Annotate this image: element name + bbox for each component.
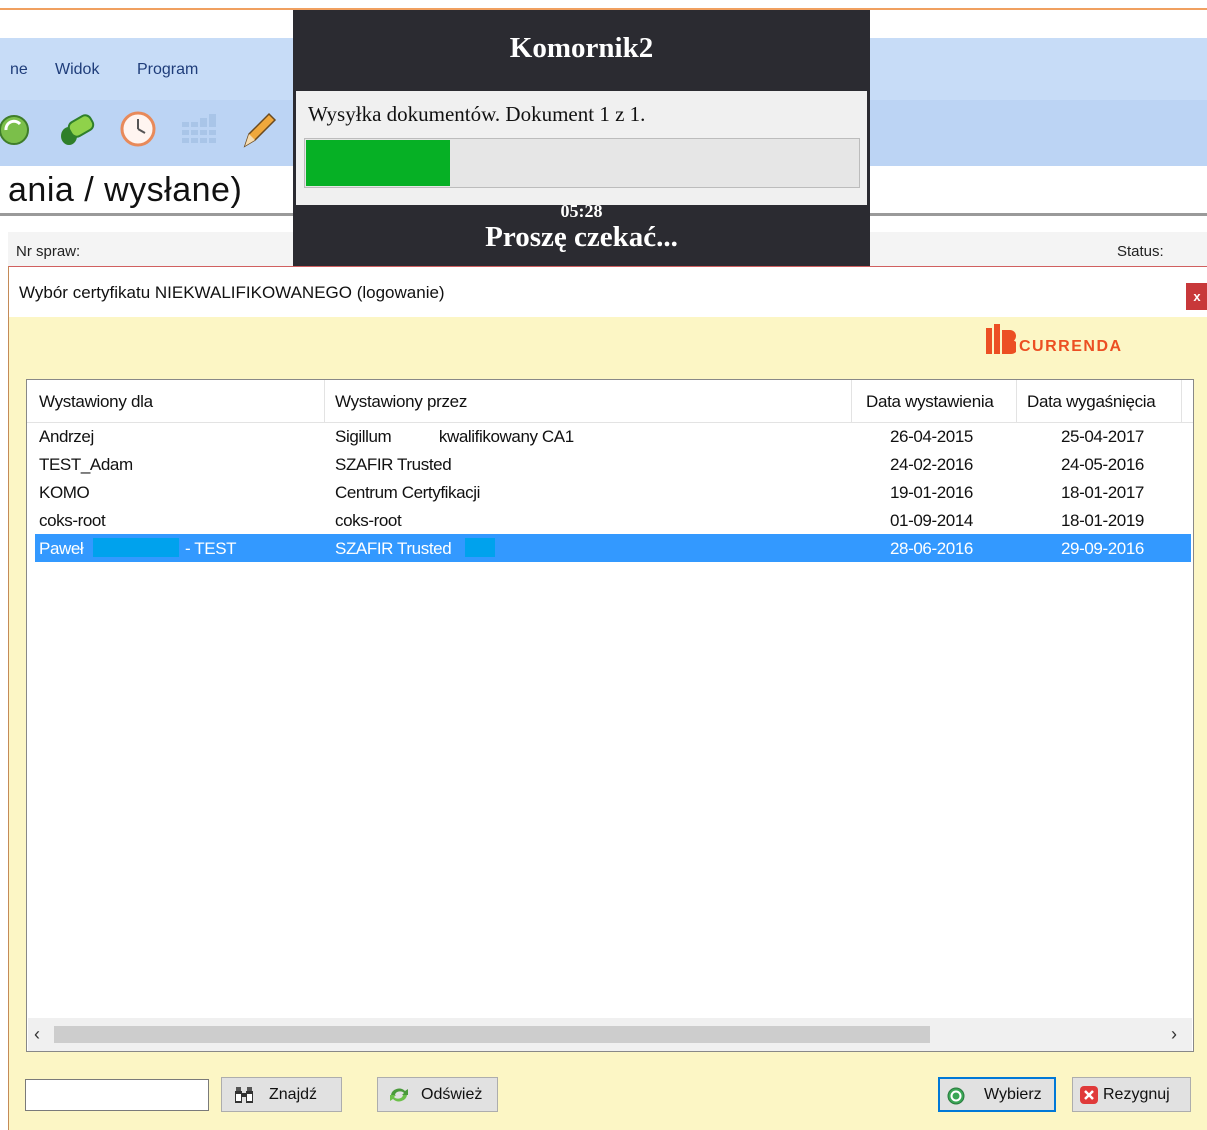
progress-popup: Komornik2 Wysyłka dokumentów. Dokument 1…	[293, 10, 870, 266]
close-icon: x	[1193, 289, 1201, 304]
find-button-label: Znajdź	[269, 1086, 318, 1103]
certificate-list[interactable]: Wystawiony dla Wystawiony przez Data wys…	[26, 379, 1194, 1052]
progress-fill	[306, 140, 450, 186]
cell-issued-to: Andrzej	[39, 427, 94, 446]
progress-message: Wysyłka dokumentów. Dokument 1 z 1.	[308, 102, 646, 126]
find-button[interactable]: Znajdź	[221, 1077, 342, 1112]
table-row[interactable]: coks-root coks-root 01-09-2014 18-01-201…	[35, 506, 1191, 534]
cell-issued-to: TEST_Adam	[39, 455, 133, 474]
check-icon	[947, 1087, 965, 1105]
scroll-left-arrow-icon[interactable]: ‹	[34, 1024, 40, 1045]
cell-issued-to-suffix: - TEST	[185, 539, 237, 558]
cell-expiry-date: 25-04-2017	[1061, 427, 1144, 446]
header-separator	[1016, 380, 1017, 422]
calculator-icon[interactable]	[178, 108, 220, 150]
column-status: Status:	[1117, 243, 1164, 260]
choose-button-label: Wybierz	[984, 1086, 1042, 1103]
header-issue-date[interactable]: Data wystawienia	[866, 392, 994, 412]
menu-item-program[interactable]: Program	[137, 61, 198, 79]
choose-button[interactable]: Wybierz	[938, 1077, 1056, 1112]
cell-issued-by: SZAFIR Trusted	[335, 539, 452, 558]
currenda-logo-text: CURRENDA	[1019, 338, 1123, 355]
popup-body: Wysyłka dokumentów. Dokument 1 z 1.	[296, 91, 867, 205]
pencil-icon[interactable]	[237, 108, 279, 150]
cell-issue-date: 26-04-2015	[890, 427, 973, 446]
binoculars-icon	[235, 1087, 253, 1103]
column-nr-spraw: Nr spraw:	[16, 243, 81, 260]
redacted-region	[93, 538, 179, 557]
wait-message: Proszę czekać...	[485, 221, 678, 253]
cancel-x-icon	[1080, 1086, 1098, 1104]
cell-issued-to: coks-root	[39, 511, 106, 530]
elapsed-time: 05:28	[560, 201, 603, 221]
popup-title: Komornik2	[509, 32, 654, 64]
progress-bar	[304, 138, 860, 188]
cell-expiry-date: 18-01-2019	[1061, 511, 1144, 530]
cell-expiry-date: 29-09-2016	[1061, 539, 1144, 558]
cell-expiry-date: 18-01-2017	[1061, 483, 1144, 502]
cell-issued-to: Paweł	[39, 539, 84, 558]
menu-item-widok[interactable]: Widok	[55, 61, 99, 79]
cell-issued-by: Sigillum kwalifikowany CA1	[335, 427, 574, 446]
cell-expiry-date: 24-05-2016	[1061, 455, 1144, 474]
clock-icon[interactable]	[117, 108, 159, 150]
header-expiry-date[interactable]: Data wygaśnięcia	[1027, 392, 1156, 412]
redacted-region	[465, 538, 495, 557]
search-input[interactable]	[25, 1079, 209, 1111]
refresh-button[interactable]: Odśwież	[377, 1077, 498, 1112]
cancel-button[interactable]: Rezygnuj	[1072, 1077, 1191, 1112]
certificate-dialog: Wybór certyfikatu NIEKWALIFIKOWANEGO (lo…	[8, 266, 1207, 1130]
cell-issue-date: 28-06-2016	[890, 539, 973, 558]
dialog-title: Wybór certyfikatu NIEKWALIFIKOWANEGO (lo…	[19, 283, 445, 302]
header-separator	[324, 380, 325, 422]
section-title: ania / wysłane)	[8, 171, 243, 209]
cell-issued-by: SZAFIR Trusted	[335, 455, 452, 474]
header-separator	[851, 380, 852, 422]
list-header: Wystawiony dla Wystawiony przez Data wys…	[27, 380, 1193, 423]
cell-issue-date: 24-02-2016	[890, 455, 973, 474]
close-button[interactable]: x	[1186, 283, 1207, 310]
cancel-button-label: Rezygnuj	[1103, 1086, 1170, 1103]
scroll-right-arrow-icon[interactable]: ›	[1171, 1024, 1177, 1045]
header-separator	[1181, 380, 1182, 422]
header-issued-by[interactable]: Wystawiony przez	[335, 392, 467, 412]
scrollbar-thumb[interactable]	[54, 1026, 930, 1043]
refresh-icon[interactable]	[0, 108, 42, 150]
refresh-arrows-icon	[390, 1088, 408, 1102]
horizontal-scrollbar[interactable]: ‹ ›	[28, 1018, 1192, 1051]
menu-item-partial[interactable]: ne	[10, 61, 28, 79]
header-issued-to[interactable]: Wystawiony dla	[39, 392, 153, 412]
table-row[interactable]: KOMO Centrum Certyfikacji 19-01-2016 18-…	[35, 478, 1191, 506]
refresh-button-label: Odśwież	[421, 1086, 483, 1103]
cell-issued-by: coks-root	[335, 511, 402, 530]
cell-issue-date: 19-01-2016	[890, 483, 973, 502]
pipe-icon[interactable]	[55, 108, 97, 150]
table-row[interactable]: Andrzej Sigillum kwalifikowany CA1 26-04…	[35, 422, 1191, 450]
cell-issue-date: 01-09-2014	[890, 511, 973, 530]
cell-issued-to: KOMO	[39, 483, 90, 502]
table-row-selected[interactable]: Paweł - TEST SZAFIR Trusted 28-06-2016 2…	[35, 534, 1191, 562]
table-row[interactable]: TEST_Adam SZAFIR Trusted 24-02-2016 24-0…	[35, 450, 1191, 478]
dialog-titlebar: Wybór certyfikatu NIEKWALIFIKOWANEGO (lo…	[9, 267, 1207, 317]
currenda-logo-icon	[986, 324, 1016, 354]
cell-issued-by: Centrum Certyfikacji	[335, 483, 481, 502]
